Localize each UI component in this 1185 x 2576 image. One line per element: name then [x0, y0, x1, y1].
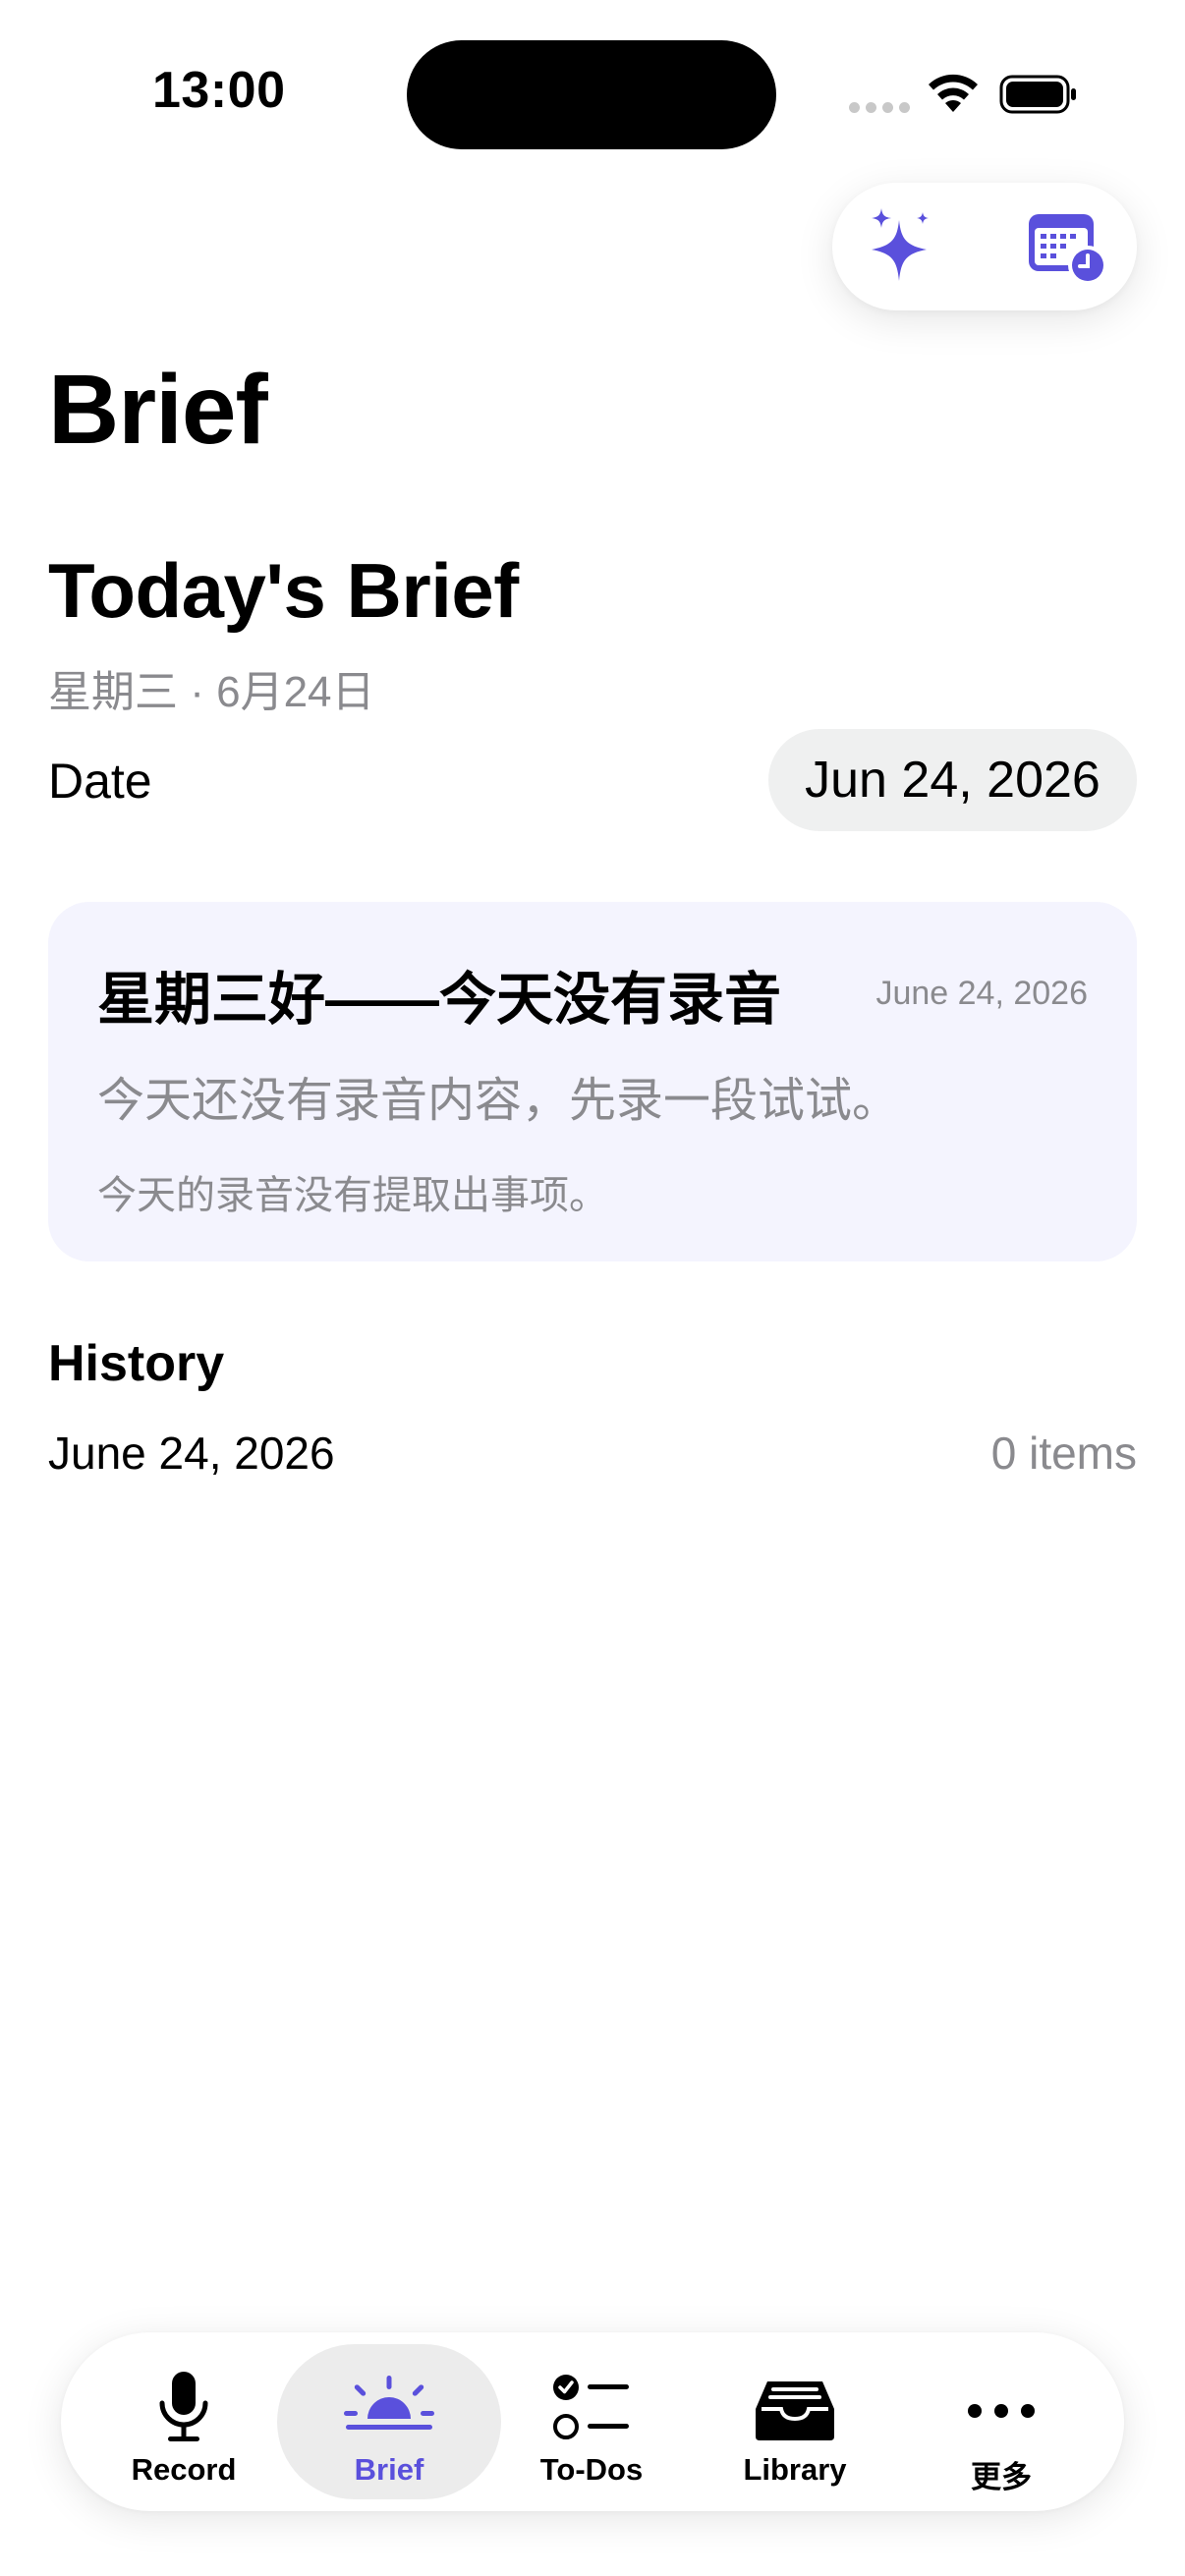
- more-icon: [968, 2404, 1035, 2418]
- wifi-icon: [929, 74, 978, 112]
- history-row[interactable]: June 24, 2026 0 items: [48, 1427, 1137, 1485]
- tab-library[interactable]: Library: [692, 2344, 898, 2499]
- brief-note: 今天的录音没有提取出事项。: [97, 1174, 608, 1217]
- date-picker-button[interactable]: Jun 24, 2026: [768, 729, 1137, 831]
- page-title: Brief: [48, 355, 268, 465]
- tab-label: Brief: [354, 2452, 424, 2487]
- tab-brief[interactable]: Brief: [277, 2344, 501, 2499]
- tray-icon: [756, 2381, 834, 2440]
- tab-more[interactable]: 更多: [898, 2344, 1104, 2499]
- history-item-count: 0 items: [990, 1428, 1137, 1479]
- cellular-signal-icon: [849, 102, 910, 113]
- battery-icon: [999, 75, 1076, 114]
- tab-label: To-Dos: [539, 2452, 644, 2487]
- weekday-date: 星期三 · 6月24日: [48, 668, 375, 716]
- section-title: Today's Brief: [48, 547, 519, 634]
- tab-record[interactable]: Record: [81, 2344, 287, 2499]
- date-label: Date: [48, 754, 152, 809]
- dynamic-island: [407, 40, 776, 149]
- tab-label: 更多: [971, 2460, 1032, 2494]
- history-date: June 24, 2026: [48, 1428, 335, 1479]
- brief-card[interactable]: 星期三好——今天没有录音 June 24, 2026 今天还没有录音内容，先录一…: [48, 902, 1137, 1261]
- checklist-icon: [553, 2375, 629, 2439]
- history-title: History: [48, 1335, 225, 1392]
- status-time: 13:00: [152, 62, 286, 119]
- sunrise-icon: [344, 2376, 434, 2430]
- tab-bar: Record Brief To-Dos Library 更多: [61, 2332, 1124, 2511]
- sparkles-icon[interactable]: [864, 206, 942, 287]
- brief-date: June 24, 2026: [875, 975, 1088, 1012]
- tab-label: Library: [743, 2452, 847, 2487]
- calendar-clock-icon[interactable]: [1027, 206, 1109, 287]
- tab-todos[interactable]: To-Dos: [488, 2344, 695, 2499]
- brief-summary: 今天还没有录音内容，先录一段试试。: [97, 1075, 900, 1127]
- header-actions: [832, 183, 1137, 310]
- microphone-icon: [159, 2372, 208, 2441]
- brief-screen: 13:00 Brief Today's Brief 星期三 · 6月24日 Da…: [0, 0, 1185, 2576]
- brief-headline: 星期三好——今天没有录音: [97, 968, 782, 1032]
- tab-label: Record: [131, 2452, 237, 2487]
